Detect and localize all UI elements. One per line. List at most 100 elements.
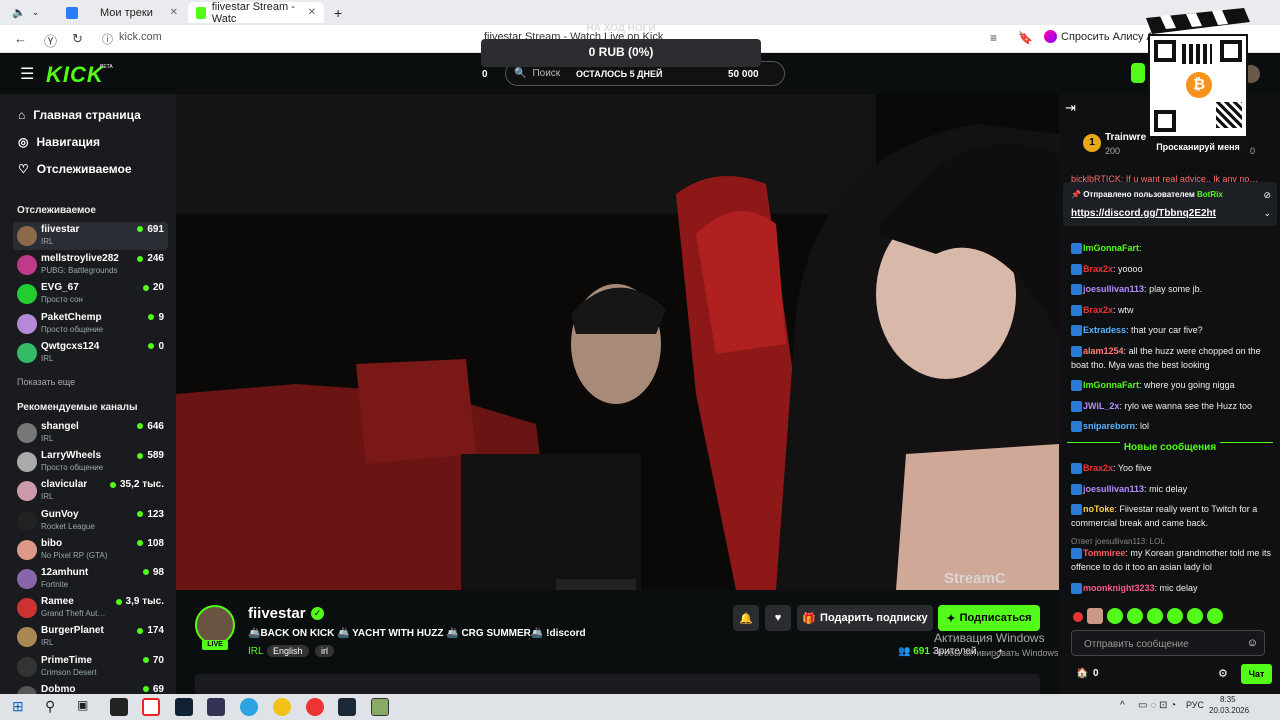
close-icon[interactable]: ✕ <box>170 7 178 18</box>
emote-icon[interactable] <box>1073 612 1083 622</box>
chat-username[interactable]: ImGonnaFart <box>1083 380 1139 390</box>
app-icon[interactable] <box>110 698 128 716</box>
follow-button[interactable]: ♥ <box>765 605 791 631</box>
tray-icons[interactable]: ▭ ◌ ⊡ ◔ <box>1138 700 1176 711</box>
chat-username[interactable]: noToke <box>1083 504 1114 514</box>
sidebar-channel[interactable]: BurgerPlanet IRL 174 <box>13 623 168 651</box>
sidebar-channel[interactable]: mellstroylive282 PUBG: Battlegrounds 246 <box>13 251 168 279</box>
streamer-avatar[interactable] <box>195 605 235 645</box>
sidebar-item-browse[interactable]: ◎ Навигация <box>18 135 100 149</box>
show-more-link[interactable]: Показать еще <box>17 377 75 387</box>
tab-kick[interactable]: fiivestar Stream - Watc ✕ <box>188 1 324 25</box>
reader-icon[interactable]: ≡ <box>990 31 997 45</box>
qr-code[interactable]: ₿ <box>1148 34 1248 138</box>
sidebar-channel[interactable]: 12amhunt Fortnite 98 <box>13 565 168 593</box>
alice-button[interactable]: Спросить Алису А <box>1044 30 1154 43</box>
sidebar-channel[interactable]: bibo No Pixel RP (GTA) 108 <box>13 536 168 564</box>
app-icon[interactable] <box>306 698 324 716</box>
sidebar-channel[interactable]: PaketChemp Просто общение 9 <box>13 310 168 338</box>
pinned-message[interactable]: 📌 Отправлено пользователем BotRix https:… <box>1063 182 1277 226</box>
chat-username[interactable]: Brax2x <box>1083 463 1113 473</box>
chat-message[interactable]: Brax2x: yoooo <box>1071 262 1276 276</box>
chat-username[interactable]: Brax2x <box>1083 264 1113 274</box>
chat-username[interactable]: joesullivan113 <box>1083 484 1144 494</box>
kick-logo[interactable]: KICK <box>46 62 104 88</box>
chat-username[interactable]: Extradess <box>1083 325 1126 335</box>
chat-username[interactable]: Brax2x <box>1083 305 1113 315</box>
sidebar-channel[interactable]: EVG_67 Просто сон 20 <box>13 280 168 308</box>
emote-icon[interactable] <box>1167 608 1183 624</box>
unpin-icon[interactable]: ⊘ <box>1263 190 1271 201</box>
app-icon[interactable] <box>371 698 389 716</box>
chat-message[interactable]: moonknight3233: mic delay <box>1071 581 1276 595</box>
language-indicator[interactable]: РУС <box>1186 700 1204 710</box>
chat-username[interactable]: ImGonnaFart <box>1083 243 1139 253</box>
send-chat-button[interactable]: Чат <box>1241 664 1272 684</box>
chat-settings-icon[interactable]: ⚙ <box>1218 667 1228 680</box>
app-icon[interactable] <box>273 698 291 716</box>
chat-username[interactable]: alam1254 <box>1083 346 1124 356</box>
emote-icon[interactable] <box>1147 608 1163 624</box>
chat-message[interactable]: joesullivan113: mic delay <box>1071 482 1276 496</box>
streamer-name[interactable]: fiivestar <box>248 605 306 622</box>
app-icon[interactable] <box>175 698 193 716</box>
menu-icon[interactable]: ☰ <box>20 64 34 84</box>
chat-username[interactable]: JWiL_2x <box>1083 401 1119 411</box>
chat-message[interactable]: Brax2x: Yoo fiive <box>1071 461 1276 475</box>
emote-icon[interactable] <box>1187 608 1203 624</box>
sidebar-channel[interactable]: Dobmo 69 <box>13 682 168 694</box>
telegram-icon[interactable] <box>240 698 258 716</box>
yandex-icon[interactable]: Ⓨ <box>44 31 57 50</box>
back-icon[interactable]: ← <box>14 31 27 46</box>
chat-username[interactable]: moonknight3233 <box>1083 583 1155 593</box>
sidebar-item-home[interactable]: ⌂ Главная страница <box>18 108 141 122</box>
chat-message[interactable]: ImGonnaFart: where you going nigga <box>1071 378 1276 392</box>
chat-message[interactable]: noToke: Fiivestar really went to Twitch … <box>1071 502 1276 530</box>
emote-icon[interactable] <box>1107 608 1123 624</box>
clock-date[interactable]: 20.03.2026 <box>1209 706 1249 715</box>
pinned-link[interactable]: https://discord.gg/Tbbnq2E2ht <box>1071 208 1216 219</box>
sidebar-channel[interactable]: GunVoy Rocket League 123 <box>13 507 168 535</box>
chat-username[interactable]: snipareborn <box>1083 421 1135 431</box>
close-icon[interactable]: ✕ <box>308 7 316 18</box>
tab-my-tracks[interactable]: Мои треки ✕ <box>58 2 186 23</box>
reload-icon[interactable]: ↻ <box>72 31 83 47</box>
stream-category[interactable]: IRL <box>248 646 264 657</box>
sidebar-item-following[interactable]: ♡ Отслеживаемое <box>18 162 132 176</box>
task-view-icon[interactable]: ▣ <box>77 698 95 716</box>
chat-username[interactable]: joesullivan113 <box>1083 284 1144 294</box>
points-icon[interactable]: 🏠 <box>1076 668 1088 679</box>
sidebar-channel[interactable]: fiivestar IRL 691 <box>13 222 168 250</box>
emoji-icon[interactable]: ☺ <box>1247 637 1258 649</box>
windows-start-icon[interactable]: ⊞ <box>12 698 30 716</box>
tag-english[interactable]: English <box>267 645 309 657</box>
sidebar-channel[interactable]: shangel IRL 646 <box>13 419 168 447</box>
tab-controls[interactable]: 🔈 ⌄ <box>4 2 56 23</box>
sidebar-channel[interactable]: PrimeTime Crimson Desert 70 <box>13 653 168 681</box>
rewards-button[interactable] <box>1131 63 1145 83</box>
chat-message[interactable]: Brax2x: wtw <box>1071 303 1276 317</box>
chat-message[interactable]: joesullivan113: play some jb. <box>1071 282 1276 296</box>
emote-icon[interactable] <box>1087 608 1103 624</box>
clock-time[interactable]: 8:35 <box>1220 695 1236 704</box>
search-icon[interactable]: ⚲ <box>45 698 63 716</box>
chevron-down-icon[interactable]: ⌄ <box>32 7 40 18</box>
sidebar-channel[interactable]: Qwtgcxs124 IRL 0 <box>13 339 168 367</box>
url-field[interactable]: kick.com <box>119 31 162 43</box>
emote-icon[interactable] <box>1127 608 1143 624</box>
steam-icon[interactable] <box>338 698 356 716</box>
sidebar-channel[interactable]: clavicular IRL 35,2 тыс. <box>13 477 168 505</box>
chat-username[interactable]: Tommiree <box>1083 548 1125 558</box>
speaker-icon[interactable]: 🔈 <box>12 6 26 19</box>
yandex-browser-icon[interactable] <box>142 698 160 716</box>
chat-input[interactable]: Отправить сообщение ☺ <box>1071 630 1265 656</box>
new-tab-button[interactable]: + <box>326 2 346 23</box>
chat-message[interactable]: Tommiree: my Korean grandmother told me … <box>1071 546 1276 574</box>
tag-irl[interactable]: irl <box>315 645 334 657</box>
chat-message[interactable]: alam1254: all the huzz were chopped on t… <box>1071 344 1276 372</box>
subscribe-button[interactable]: ✦ Подписаться <box>938 605 1040 631</box>
sidebar-channel[interactable]: Ramee Grand Theft Aut… 3,9 тыс. <box>13 594 168 622</box>
collapse-chat-icon[interactable]: ⇥ <box>1065 100 1076 116</box>
sidebar-channel[interactable]: LarryWheels Просто общение 589 <box>13 448 168 476</box>
chat-message[interactable]: ImGonnaFart: <box>1071 241 1276 255</box>
